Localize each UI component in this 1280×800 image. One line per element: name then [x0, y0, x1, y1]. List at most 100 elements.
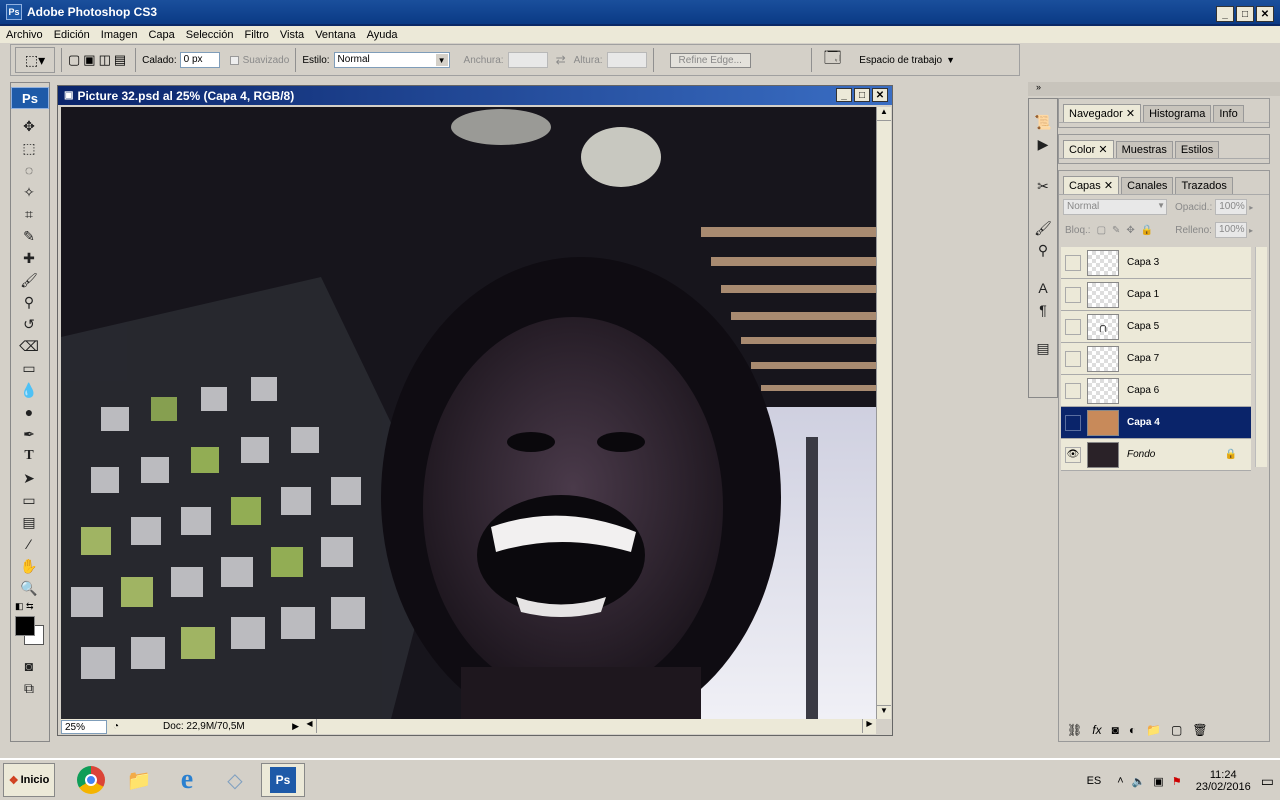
visibility-toggle[interactable]	[1065, 350, 1081, 367]
layer-comps-icon[interactable]: ▤	[1029, 337, 1057, 359]
menu-ayuda[interactable]: Ayuda	[367, 29, 398, 41]
image-canvas[interactable]	[61, 107, 876, 719]
selection-mode-icons[interactable]: ▢▣◫▤	[68, 52, 129, 68]
crop-tool-icon[interactable]: ⌗	[11, 203, 47, 225]
show-desktop-icon[interactable]: ▭	[1261, 773, 1274, 790]
actions-panel-icon[interactable]: ▶	[1029, 133, 1057, 155]
visibility-toggle[interactable]	[1065, 318, 1081, 335]
tab-color[interactable]: Color ✕	[1063, 140, 1114, 158]
style-select[interactable]: Normal ▼	[333, 52, 450, 68]
doc-maximize-button[interactable]: □	[854, 88, 870, 102]
notes-tool-icon[interactable]: ▤	[11, 511, 47, 533]
blur-tool-icon[interactable]: 💧	[11, 379, 47, 401]
action-center-icon[interactable]: ⚑	[1172, 775, 1182, 788]
brush-tool-icon[interactable]: 🖌	[11, 269, 47, 291]
layer-mask-icon[interactable]: ◙	[1112, 723, 1119, 737]
scroll-left-icon[interactable]: ◀	[303, 719, 317, 733]
generic-app-icon[interactable]: ◇	[213, 763, 257, 797]
gradient-tool-icon[interactable]: ▭	[11, 357, 47, 379]
layer-row[interactable]: ∩ Capa 5	[1061, 311, 1251, 343]
scroll-down-icon[interactable]: ▼	[877, 705, 891, 719]
tab-canales[interactable]: Canales	[1121, 177, 1174, 194]
opacity-input[interactable]: 100%	[1215, 199, 1248, 215]
eyedropper-tool-icon[interactable]: ⁄	[11, 533, 47, 555]
eye-icon[interactable]: 👁	[1065, 446, 1081, 463]
history-brush-tool-icon[interactable]: ↺	[11, 313, 47, 335]
photoshop-taskbar-button[interactable]: Ps	[261, 763, 305, 797]
swap-icon[interactable]: ⇄	[556, 53, 566, 67]
clone-source-icon[interactable]: ⚲	[1029, 239, 1057, 261]
status-menu-icon[interactable]: ▶	[292, 721, 299, 732]
scroll-up-icon[interactable]: ▲	[877, 107, 891, 121]
tab-capas[interactable]: Capas ✕	[1063, 176, 1120, 194]
blend-mode-select[interactable]: Normal ▼	[1063, 199, 1167, 215]
vertical-scrollbar[interactable]: ▲ ▼	[876, 107, 891, 719]
tab-navegador[interactable]: Navegador ✕	[1063, 104, 1142, 122]
history-panel-icon[interactable]: 📜	[1029, 111, 1057, 133]
minimize-button[interactable]: _	[1216, 6, 1234, 22]
link-layers-icon[interactable]: ⛓	[1067, 723, 1082, 737]
tab-muestras[interactable]: Muestras	[1115, 141, 1173, 158]
clone-stamp-tool-icon[interactable]: ⚲	[11, 291, 47, 313]
show-hidden-icons-icon[interactable]: ˄	[1117, 775, 1123, 787]
bridge-icon[interactable]: 🗔	[824, 47, 841, 74]
volume-icon[interactable]: 🔈	[1132, 775, 1146, 788]
layer-style-icon[interactable]: fx	[1092, 723, 1101, 737]
clock[interactable]: 11:24 23/02/2016	[1196, 769, 1251, 793]
visibility-toggle[interactable]	[1065, 382, 1081, 399]
feather-input[interactable]: 0 px	[179, 52, 220, 68]
adjustment-layer-icon[interactable]: ◐	[1129, 723, 1136, 737]
height-input[interactable]	[606, 52, 647, 68]
default-colors-icon[interactable]: ◧ ⇆	[15, 601, 34, 612]
healing-brush-tool-icon[interactable]: ✚	[11, 247, 47, 269]
foreground-color-swatch[interactable]	[15, 616, 35, 636]
move-tool-icon[interactable]: ✥	[11, 115, 47, 137]
collapse-icon[interactable]: »	[1036, 82, 1041, 92]
document-title-bar[interactable]: ▣ Picture 32.psd al 25% (Capa 4, RGB/8) …	[58, 86, 892, 105]
chevron-right-icon[interactable]: ▸	[1249, 203, 1253, 212]
quick-mask-icon[interactable]: ◙	[11, 655, 47, 677]
lock-icons[interactable]: ▢✎✥🔒	[1097, 225, 1160, 236]
lasso-tool-icon[interactable]: ◌	[11, 159, 47, 181]
zoom-tool-icon[interactable]: 🔍	[11, 577, 47, 599]
marquee-preset-button[interactable]: ⬚▾	[15, 47, 55, 73]
paragraph-panel-icon[interactable]: ¶	[1029, 299, 1057, 321]
workspace-button[interactable]: Espacio de trabajo	[859, 55, 942, 66]
dodge-tool-icon[interactable]: ●	[11, 401, 47, 423]
magic-wand-tool-icon[interactable]: ✧	[11, 181, 47, 203]
character-panel-icon[interactable]: A	[1029, 277, 1057, 299]
width-input[interactable]	[507, 52, 548, 68]
horizontal-scrollbar[interactable]: ◀ ▶	[303, 719, 876, 734]
doc-minimize-button[interactable]: _	[836, 88, 852, 102]
photoshop-logo-icon[interactable]: Ps	[11, 87, 49, 109]
chrome-icon[interactable]	[69, 763, 113, 797]
antialias-checkbox[interactable]	[229, 55, 239, 65]
visibility-toggle[interactable]	[1065, 286, 1081, 303]
layer-row-selected[interactable]: Capa 4	[1061, 407, 1251, 439]
tab-histograma[interactable]: Histograma	[1143, 105, 1212, 122]
menu-imagen[interactable]: Imagen	[101, 29, 138, 41]
tool-presets-icon[interactable]: ✂	[1029, 175, 1057, 197]
scroll-right-icon[interactable]: ▶	[862, 719, 876, 733]
start-button[interactable]: ❖ Inicio	[3, 763, 55, 797]
language-indicator[interactable]: ES	[1087, 775, 1102, 787]
tab-info[interactable]: Info	[1213, 105, 1244, 122]
visibility-toggle[interactable]	[1065, 414, 1081, 431]
network-icon[interactable]: ▣	[1153, 775, 1163, 788]
layer-row[interactable]: 👁 Fondo 🔒	[1061, 439, 1251, 471]
menu-edicion[interactable]: Edición	[54, 29, 90, 41]
menu-capa[interactable]: Capa	[148, 29, 174, 41]
menu-filtro[interactable]: Filtro	[244, 29, 268, 41]
hand-tool-icon[interactable]: ✋	[11, 555, 47, 577]
tab-estilos[interactable]: Estilos	[1174, 141, 1220, 158]
maximize-button[interactable]: □	[1236, 6, 1254, 22]
tab-trazados[interactable]: Trazados	[1175, 177, 1233, 194]
layer-row[interactable]: Capa 1	[1061, 279, 1251, 311]
panel-dock-header[interactable]: »	[1028, 82, 1280, 96]
layer-row[interactable]: Capa 6	[1061, 375, 1251, 407]
screen-mode-icon[interactable]: ⧉	[11, 677, 47, 699]
path-selection-tool-icon[interactable]: ➤	[11, 467, 47, 489]
pen-tool-icon[interactable]: ✒	[11, 423, 47, 445]
marquee-tool-icon[interactable]: ⬚	[11, 137, 47, 159]
slice-tool-icon[interactable]: ✎	[11, 225, 47, 247]
